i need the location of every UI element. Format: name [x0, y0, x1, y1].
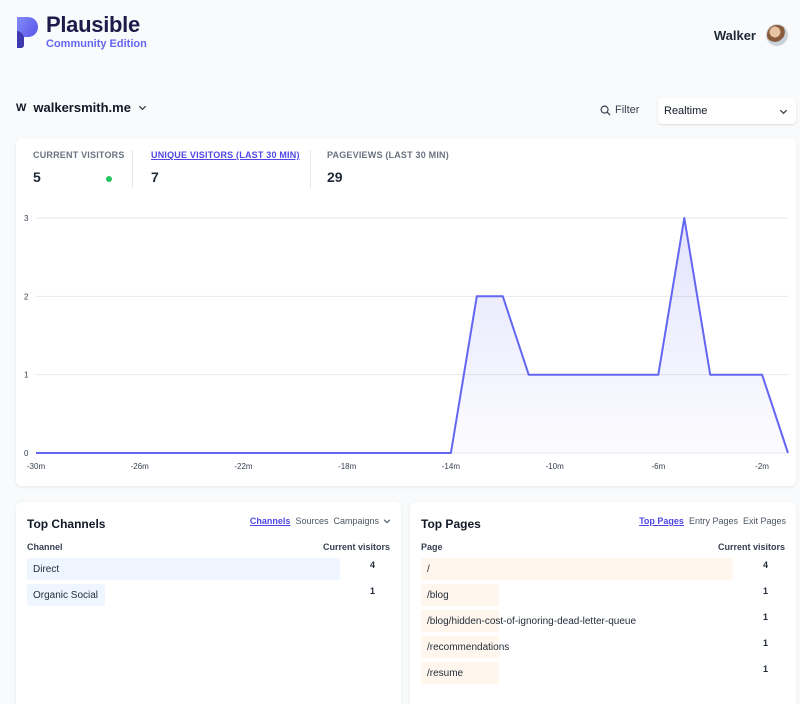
x-tick-label: -18m [338, 462, 357, 471]
visitors-chart[interactable]: 0 1 2 3 -30m -26m -22m -18m -14m -10m -6m -2m [16, 198, 796, 486]
row-value: 1 [763, 586, 769, 596]
tab-exit-pages[interactable]: Exit Pages [743, 516, 786, 526]
plausible-logo-icon [17, 17, 38, 48]
live-indicator [106, 176, 112, 182]
list-item[interactable]: Organic Social 1 [27, 584, 390, 606]
plausible-logo[interactable]: Plausible Community Edition [14, 14, 147, 50]
y-tick-label: 1 [24, 371, 29, 380]
stat-value: 7 [151, 169, 159, 185]
x-tick-label: -10m [546, 462, 565, 471]
row-label: /resume [427, 668, 464, 679]
x-tick-label: -6m [651, 462, 665, 471]
search-icon [600, 105, 611, 116]
stat-label: PAGEVIEWS (LAST 30 MIN) [327, 150, 449, 160]
site-switcher[interactable]: W walkersmith.me [16, 100, 147, 115]
y-tick-label: 3 [24, 214, 29, 223]
row-label: / [427, 564, 430, 575]
list-item[interactable]: /recommendations 1 [421, 636, 783, 658]
top-channels-card: Top Channels Channels Sources Campaigns … [16, 502, 401, 704]
x-tick-label: -22m [234, 462, 253, 471]
stat-divider [132, 150, 133, 188]
chevron-down-icon [138, 105, 147, 111]
row-value: 1 [370, 586, 376, 596]
tab-sources[interactable]: Sources [295, 516, 328, 526]
x-tick-label: -30m [27, 462, 46, 471]
user-name: Walker [713, 27, 756, 43]
x-tick-label: -26m [131, 462, 150, 471]
pages-tabs: Top Pages Entry Pages Exit Pages [634, 516, 786, 526]
filter-label: Filter [615, 104, 640, 116]
tab-channels[interactable]: Channels [250, 516, 291, 526]
tab-campaigns[interactable]: Campaigns [333, 516, 379, 526]
tab-entry-pages[interactable]: Entry Pages [689, 516, 738, 526]
stat-label: CURRENT VISITORS [33, 150, 125, 160]
x-tick-label: -2m [755, 462, 769, 471]
card-title: Top Pages [421, 517, 481, 531]
y-tick-label: 0 [24, 449, 29, 458]
y-tick-label: 2 [24, 292, 29, 301]
column-header-page: Page [421, 542, 443, 552]
stat-unique-visitors[interactable]: UNIQUE VISITORS (LAST 30 MIN) 7 [151, 150, 300, 185]
stat-divider [310, 150, 311, 188]
tab-top-pages[interactable]: Top Pages [639, 516, 684, 526]
avatar [766, 24, 788, 46]
period-select[interactable]: Realtime [658, 98, 796, 124]
list-item[interactable]: /resume 1 [421, 662, 783, 684]
row-value: 4 [763, 560, 769, 570]
row-value: 1 [763, 612, 769, 622]
row-value: 4 [370, 560, 376, 570]
column-header-visitors: Current visitors [322, 542, 390, 552]
chevron-down-icon[interactable] [383, 517, 391, 525]
column-header-visitors: Current visitors [717, 542, 785, 552]
main-graph-card: CURRENT VISITORS 5 UNIQUE VISITORS (LAST… [16, 138, 796, 486]
period-value: Realtime [664, 105, 708, 117]
filter-button[interactable]: Filter [600, 104, 639, 116]
chevron-down-icon [779, 109, 788, 114]
row-value: 1 [763, 638, 769, 648]
list-item[interactable]: /blog/hidden-cost-of-ignoring-dead-lette… [421, 610, 783, 632]
row-bar [27, 558, 340, 580]
brand-name: Plausible [46, 12, 140, 37]
stat-pageviews[interactable]: PAGEVIEWS (LAST 30 MIN) 29 [327, 150, 449, 185]
channels-tabs: Channels Sources Campaigns [245, 516, 391, 526]
row-label: /recommendations [427, 642, 510, 653]
stat-label: UNIQUE VISITORS (LAST 30 MIN) [151, 150, 300, 160]
list-item[interactable]: Direct 4 [27, 558, 390, 580]
row-label: Organic Social [33, 590, 99, 601]
card-title: Top Channels [27, 517, 106, 531]
site-domain: walkersmith.me [33, 100, 131, 115]
x-tick-label: -14m [442, 462, 461, 471]
user-menu[interactable]: Walker [714, 24, 788, 46]
chart-area [36, 218, 788, 453]
row-label: /blog/hidden-cost-of-ignoring-dead-lette… [427, 616, 637, 627]
column-header-channel: Channel [27, 542, 63, 552]
top-pages-card: Top Pages Top Pages Entry Pages Exit Pag… [410, 502, 796, 704]
row-label: Direct [33, 564, 60, 575]
row-bar [421, 558, 733, 580]
row-value: 1 [763, 664, 769, 674]
list-item[interactable]: /blog 1 [421, 584, 783, 606]
stat-value: 29 [327, 169, 343, 185]
row-label: /blog [427, 590, 449, 601]
list-item[interactable]: /4 [421, 558, 783, 580]
brand-edition: Community Edition [46, 38, 147, 50]
site-favicon: W [16, 101, 27, 114]
